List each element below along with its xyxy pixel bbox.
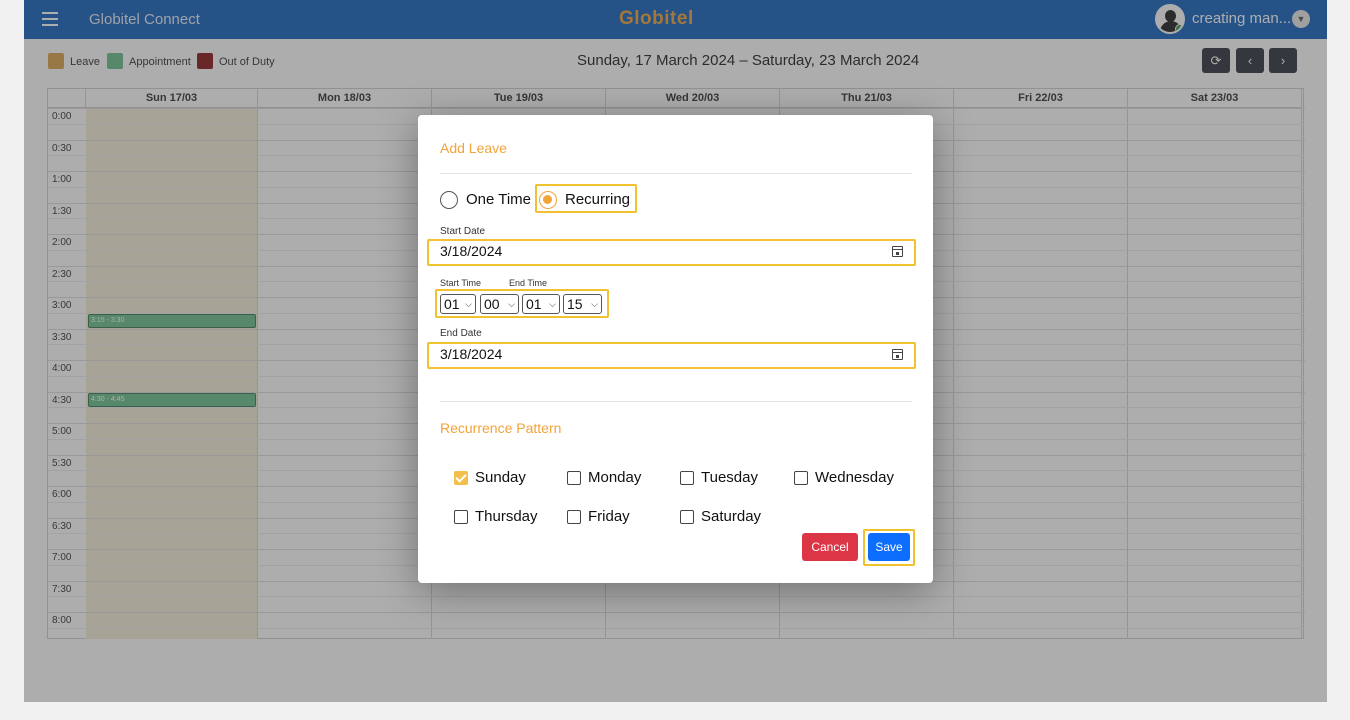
calendar-icon[interactable] — [892, 246, 903, 257]
calendar-icon[interactable] — [892, 349, 903, 360]
save-button[interactable]: Save — [868, 533, 910, 561]
thursday-checkbox[interactable] — [454, 510, 468, 524]
page-margin — [0, 702, 1350, 720]
monday-checkbox[interactable] — [567, 471, 581, 485]
recurring-radio[interactable] — [539, 191, 557, 209]
start-hour-select[interactable]: 01 ⌵ — [440, 294, 476, 314]
cancel-button[interactable]: Cancel — [802, 533, 858, 561]
end-minute-select[interactable]: 15 ⌵ — [563, 294, 602, 314]
start-date-label: Start Date — [440, 226, 486, 237]
end-date-label: End Date — [440, 328, 482, 339]
recurring-label[interactable]: Recurring — [565, 191, 630, 208]
chevron-down-icon: ⌵ — [508, 299, 515, 309]
add-leave-dialog: Add Leave One Time Recurring Start Date … — [418, 115, 933, 583]
start-date-field[interactable]: 3/18/2024 — [428, 239, 915, 265]
start-date-value: 3/18/2024 — [440, 243, 503, 259]
dialog-title: Add Leave — [440, 140, 507, 156]
wednesday-checkbox[interactable] — [794, 471, 808, 485]
end-date-value: 3/18/2024 — [440, 346, 503, 362]
end-date-field[interactable]: 3/18/2024 — [428, 342, 915, 368]
chevron-down-icon: ⌵ — [591, 299, 598, 309]
friday-checkbox[interactable] — [567, 510, 581, 524]
saturday-checkbox[interactable] — [680, 510, 694, 524]
end-time-label: End Time — [509, 278, 548, 288]
divider — [440, 401, 912, 402]
one-time-label[interactable]: One Time — [466, 191, 531, 208]
chevron-down-icon: ⌵ — [465, 299, 472, 309]
sunday-checkbox[interactable] — [454, 471, 468, 485]
chevron-down-icon: ⌵ — [549, 299, 556, 309]
divider — [440, 173, 912, 174]
start-time-label: Start Time — [440, 278, 482, 288]
tuesday-checkbox[interactable] — [680, 471, 694, 485]
one-time-radio[interactable] — [440, 191, 458, 209]
end-hour-select[interactable]: 01 ⌵ — [522, 294, 560, 314]
recurrence-pattern-title: Recurrence Pattern — [440, 420, 562, 436]
start-minute-select[interactable]: 00 ⌵ — [480, 294, 519, 314]
